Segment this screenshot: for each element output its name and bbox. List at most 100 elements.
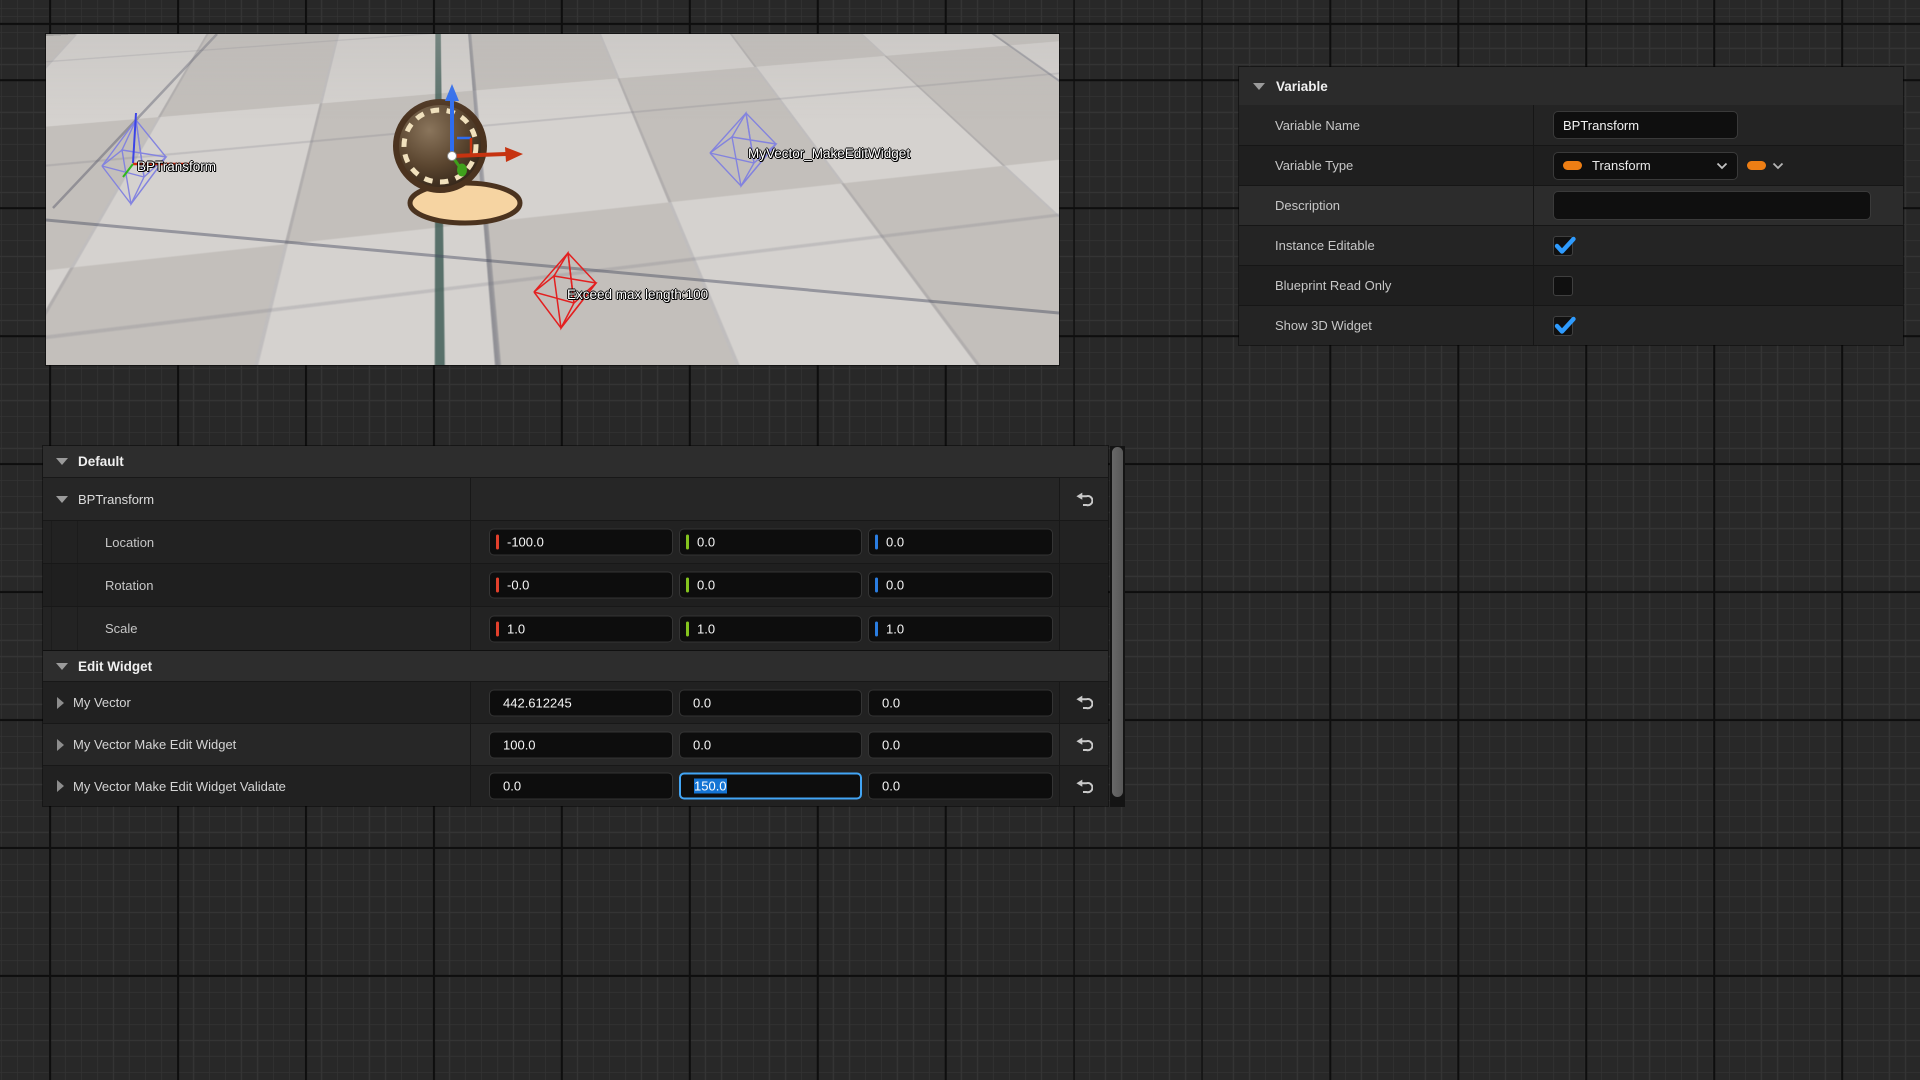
my-vector-make-edit-widget-validate-row: My Vector Make Edit Widget Validate 0.0 …	[43, 765, 1108, 806]
transform-type-pill-icon	[1563, 161, 1582, 170]
instance-editable-checkbox[interactable]	[1553, 236, 1573, 256]
viewport-overlay	[46, 34, 1059, 365]
mvmew-x-input[interactable]: 100.0	[489, 731, 673, 758]
defaults-details-panel: Default BPTransform Location -100.0 0.0 …	[43, 446, 1108, 806]
column-splitter[interactable]	[1533, 266, 1534, 305]
gizmo-z-arrowhead[interactable]	[445, 84, 459, 101]
reset-arrow-icon	[1074, 737, 1093, 752]
collapse-arrow-icon[interactable]	[56, 496, 68, 503]
column-splitter[interactable]	[470, 478, 471, 520]
x-axis-stripe	[496, 578, 499, 593]
category-header-default[interactable]: Default	[43, 446, 1108, 477]
location-y-input[interactable]: 0.0	[679, 529, 862, 556]
chevron-down-icon	[1772, 162, 1784, 170]
column-splitter	[1059, 564, 1060, 606]
my-vector-z-value: 0.0	[882, 695, 900, 710]
rotation-x-input[interactable]: -0.0	[489, 572, 673, 599]
column-splitter[interactable]	[470, 607, 471, 650]
category-header-edit-widget[interactable]: Edit Widget	[43, 650, 1108, 681]
reset-to-default-button[interactable]	[1059, 478, 1108, 520]
my-vector-y-input[interactable]: 0.0	[679, 689, 862, 716]
column-splitter[interactable]	[470, 521, 471, 563]
rotation-z-input[interactable]: 0.0	[868, 572, 1053, 599]
my-vector-z-input[interactable]: 0.0	[868, 689, 1053, 716]
column-splitter[interactable]	[470, 682, 471, 723]
gizmo-x-arrowhead[interactable]	[505, 147, 523, 162]
column-splitter[interactable]	[1533, 186, 1534, 225]
gizmo-y-arrowhead[interactable]	[457, 164, 467, 177]
location-z-input[interactable]: 0.0	[868, 529, 1053, 556]
my-vector-make-edit-widget-validate-property[interactable]: My Vector Make Edit Widget Validate	[43, 779, 286, 794]
rotation-y-input[interactable]: 0.0	[679, 572, 862, 599]
my-vector-row: My Vector 442.612245 0.0 0.0	[43, 681, 1108, 723]
scale-label: Scale	[43, 621, 138, 636]
collapse-arrow-icon[interactable]	[56, 663, 68, 670]
details-scrollbar-thumb[interactable]	[1112, 447, 1123, 797]
column-splitter[interactable]	[1533, 306, 1534, 345]
expand-arrow-icon[interactable]	[57, 780, 64, 792]
instance-editable-label: Instance Editable	[1239, 238, 1533, 253]
expand-arrow-icon[interactable]	[57, 739, 64, 751]
my-vector-x-input[interactable]: 442.612245	[489, 689, 673, 716]
scale-x-input[interactable]: 1.0	[489, 615, 673, 642]
mvmew-y-input[interactable]: 0.0	[679, 731, 862, 758]
description-input[interactable]	[1553, 191, 1871, 220]
bptransform-property[interactable]: BPTransform	[43, 492, 154, 507]
x-axis-stripe	[496, 621, 499, 636]
reset-to-default-button[interactable]	[1059, 724, 1108, 765]
mvmewv-y-input-editing[interactable]: 150.0	[679, 773, 862, 800]
column-splitter[interactable]	[1533, 105, 1534, 145]
column-splitter[interactable]	[1533, 146, 1534, 185]
scale-y-input[interactable]: 1.0	[679, 615, 862, 642]
my-vector-property[interactable]: My Vector	[43, 695, 131, 710]
details-scrollbar[interactable]	[1110, 446, 1125, 807]
container-type-dropdown[interactable]	[1747, 161, 1784, 170]
mvmew-x-value: 100.0	[503, 737, 536, 752]
show-3d-widget-label: Show 3D Widget	[1239, 318, 1533, 333]
expand-arrow-icon[interactable]	[57, 697, 64, 709]
mvmew-z-value: 0.0	[882, 737, 900, 752]
floor-streak-line	[46, 220, 1059, 313]
reset-to-default-button[interactable]	[1059, 766, 1108, 806]
checkmark-icon	[1552, 315, 1577, 336]
3d-preview-viewport[interactable]: BPTransform MyVector_MakeEditWidget Exce…	[46, 34, 1059, 365]
scale-y-value: 1.0	[697, 621, 715, 636]
y-axis-stripe	[686, 578, 689, 593]
myvector-make-edit-widget-label: MyVector_MakeEditWidget	[748, 146, 910, 161]
column-splitter[interactable]	[470, 766, 471, 806]
scale-x-value: 1.0	[507, 621, 525, 636]
show-3d-widget-checkbox[interactable]	[1553, 316, 1573, 336]
blueprint-read-only-checkbox[interactable]	[1553, 276, 1573, 296]
checkmark-icon	[1552, 235, 1577, 256]
scale-z-input[interactable]: 1.0	[868, 615, 1053, 642]
variable-type-dropdown[interactable]: Transform	[1553, 152, 1738, 180]
variable-section-header[interactable]: Variable	[1239, 67, 1903, 105]
z-axis-stripe	[875, 535, 878, 550]
mvmewv-x-input[interactable]: 0.0	[489, 773, 673, 800]
rotation-z-value: 0.0	[886, 578, 904, 593]
column-splitter	[1059, 521, 1060, 563]
variable-section-title: Variable	[1276, 79, 1328, 94]
location-x-value: -100.0	[507, 535, 544, 550]
column-splitter[interactable]	[1533, 226, 1534, 265]
variable-details-panel: Variable Variable Name BPTransform Varia…	[1239, 67, 1903, 345]
reset-to-default-button[interactable]	[1059, 682, 1108, 723]
column-splitter[interactable]	[470, 564, 471, 606]
rotation-x-value: -0.0	[507, 578, 529, 593]
my-vector-make-edit-widget-property[interactable]: My Vector Make Edit Widget	[43, 737, 236, 752]
mvmewv-z-input[interactable]: 0.0	[868, 773, 1053, 800]
scale-row: Scale 1.0 1.0 1.0	[43, 606, 1108, 650]
edit-widget-category-title: Edit Widget	[78, 659, 152, 674]
gizmo-x-arrow[interactable]	[452, 154, 506, 156]
description-row: Description	[1239, 185, 1903, 225]
variable-name-row: Variable Name BPTransform	[1239, 105, 1903, 145]
gizmo-center-dot[interactable]	[448, 152, 457, 161]
column-splitter	[1059, 607, 1060, 650]
mvmew-z-input[interactable]: 0.0	[868, 731, 1053, 758]
variable-name-input[interactable]: BPTransform	[1553, 111, 1738, 139]
collapse-arrow-icon[interactable]	[56, 458, 68, 465]
collapse-arrow-icon[interactable]	[1253, 83, 1265, 90]
indent-guide	[51, 564, 52, 606]
column-splitter[interactable]	[470, 724, 471, 765]
location-x-input[interactable]: -100.0	[489, 529, 673, 556]
